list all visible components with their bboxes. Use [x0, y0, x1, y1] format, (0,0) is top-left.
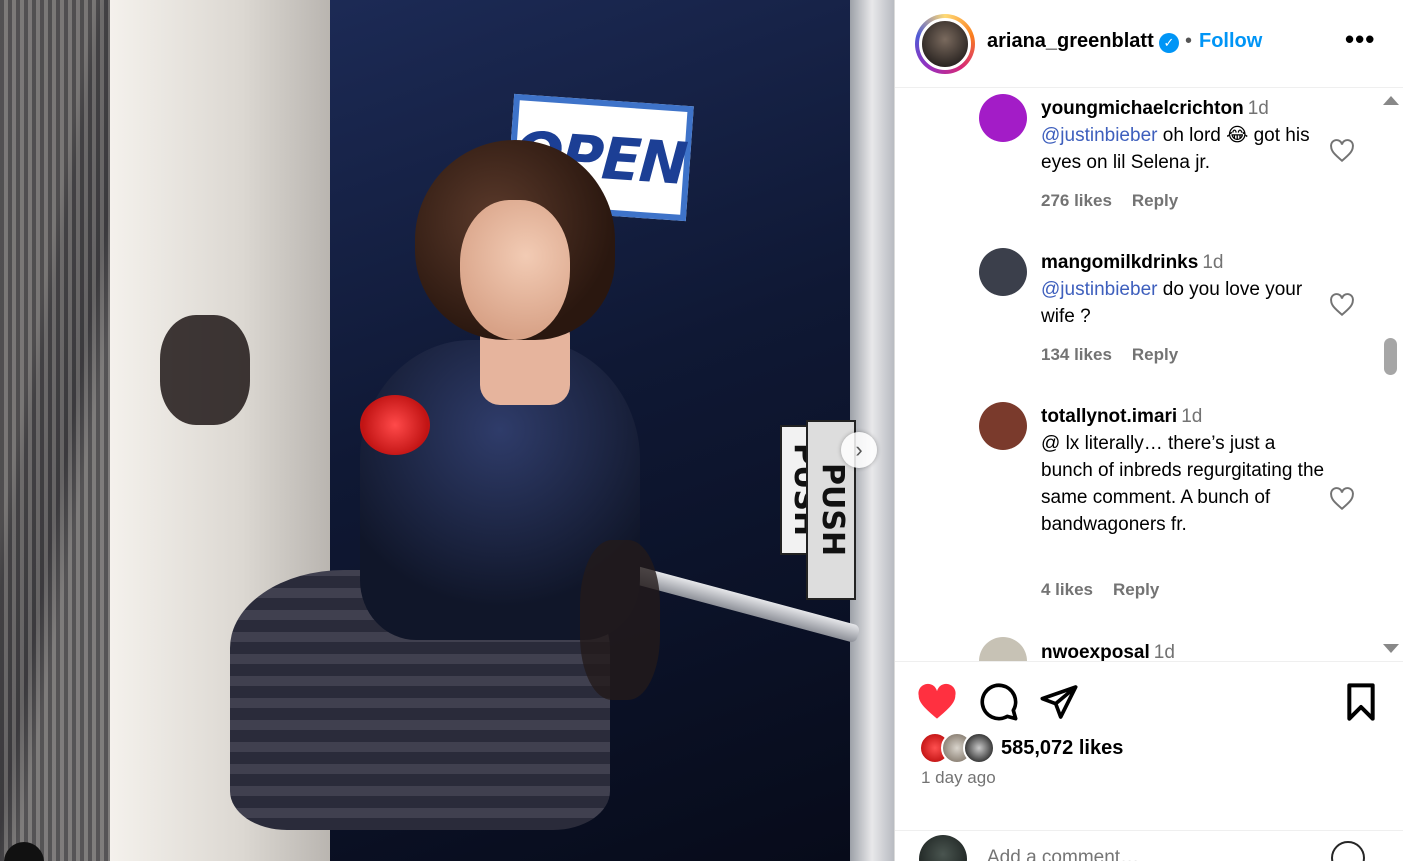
comment-likes[interactable]: 4 likes	[1041, 580, 1093, 599]
comment-meta: 276 likes Reply	[1041, 191, 1198, 211]
comment-avatar[interactable]	[979, 637, 1027, 661]
emoji-icon[interactable]	[1331, 841, 1365, 861]
comment-username[interactable]: nwoexposal	[1041, 642, 1150, 661]
comment-meta: 134 likes Reply	[1041, 345, 1198, 365]
liked-by-avatars[interactable]	[919, 732, 999, 764]
person-figure	[160, 140, 680, 861]
reply-button[interactable]: Reply	[1132, 345, 1178, 364]
post-actions: 585,072 likes 1 day ago	[895, 661, 1403, 861]
follow-button[interactable]: Follow	[1199, 30, 1262, 53]
post-timestamp[interactable]: 1 day ago	[921, 768, 996, 788]
comment-time: 1d	[1202, 252, 1224, 273]
comment-likes[interactable]: 276 likes	[1041, 191, 1112, 210]
comments-list[interactable]: youngmichaelcrichton 1d @justinbieber oh …	[895, 89, 1403, 661]
face	[460, 200, 570, 340]
reply-button[interactable]: Reply	[1113, 580, 1159, 599]
comment-mention[interactable]: @justinbieber	[1041, 279, 1157, 300]
story-ring[interactable]	[915, 14, 975, 74]
post-header: ariana_greenblatt ✓ • Follow •••	[895, 0, 1403, 88]
comment-avatar[interactable]	[979, 94, 1027, 142]
comment-time: 1d	[1181, 406, 1203, 427]
avatar[interactable]	[919, 835, 967, 861]
scroll-up-arrow[interactable]	[1383, 96, 1399, 105]
avatar[interactable]	[919, 18, 971, 70]
glove-right	[580, 540, 660, 700]
scrollbar-thumb[interactable]	[1384, 338, 1397, 375]
door-frame-right	[850, 0, 894, 861]
scroll-down-arrow[interactable]	[1383, 644, 1399, 653]
bookmark-icon[interactable]	[1341, 682, 1381, 722]
heart-outline-icon[interactable]	[1329, 487, 1355, 511]
comment-content: @ lx literally… there’s just a bunch of …	[1041, 433, 1325, 535]
comment-likes[interactable]: 134 likes	[1041, 345, 1112, 364]
post-side-panel: ariana_greenblatt ✓ • Follow ••• youngmi…	[894, 0, 1403, 861]
comment-avatar[interactable]	[979, 402, 1027, 450]
verified-badge-icon: ✓	[1159, 33, 1179, 53]
comment-username[interactable]: totallynot.imari	[1041, 406, 1177, 427]
comment-text: totallynot.imari 1d @ lx literally… there…	[1041, 403, 1331, 538]
comment-time: 1d	[1153, 642, 1175, 661]
comment-username[interactable]: youngmichaelcrichton	[1041, 98, 1244, 119]
reply-button[interactable]: Reply	[1132, 191, 1178, 210]
comment-avatar[interactable]	[979, 248, 1027, 296]
author-username[interactable]: ariana_greenblatt	[987, 30, 1154, 53]
comment-icon[interactable]	[979, 682, 1019, 722]
avatar[interactable]	[963, 732, 995, 764]
glove-left	[160, 315, 250, 425]
comment-time: 1d	[1247, 98, 1269, 119]
separator-dot: •	[1185, 30, 1193, 52]
next-photo-button[interactable]: ›	[841, 432, 877, 468]
heart-filled-icon[interactable]	[917, 682, 957, 722]
post-photo[interactable]: OPEN PUSH PUSH ›	[0, 0, 894, 861]
comment-username[interactable]: mangomilkdrinks	[1041, 252, 1198, 273]
add-comment-row	[895, 830, 1403, 861]
comment-text: nwoexposal 1d	[1041, 639, 1331, 661]
more-options-icon[interactable]: •••	[1345, 24, 1375, 55]
comment-input[interactable]	[987, 847, 1307, 861]
comment-meta: 4 likes Reply	[1041, 580, 1179, 600]
heart-outline-icon[interactable]	[1329, 139, 1355, 163]
comment-text: mangomilkdrinks 1d @justinbieber do you l…	[1041, 249, 1331, 330]
rose	[360, 395, 430, 455]
chevron-right-icon: ›	[855, 437, 863, 462]
door-frame	[0, 0, 110, 861]
comment-mention[interactable]: @justinbieber	[1041, 125, 1157, 146]
likes-count[interactable]: 585,072 likes	[1001, 737, 1123, 760]
send-icon[interactable]	[1039, 682, 1079, 722]
comment-text: youngmichaelcrichton 1d @justinbieber oh …	[1041, 95, 1331, 176]
heart-outline-icon[interactable]	[1329, 293, 1355, 317]
